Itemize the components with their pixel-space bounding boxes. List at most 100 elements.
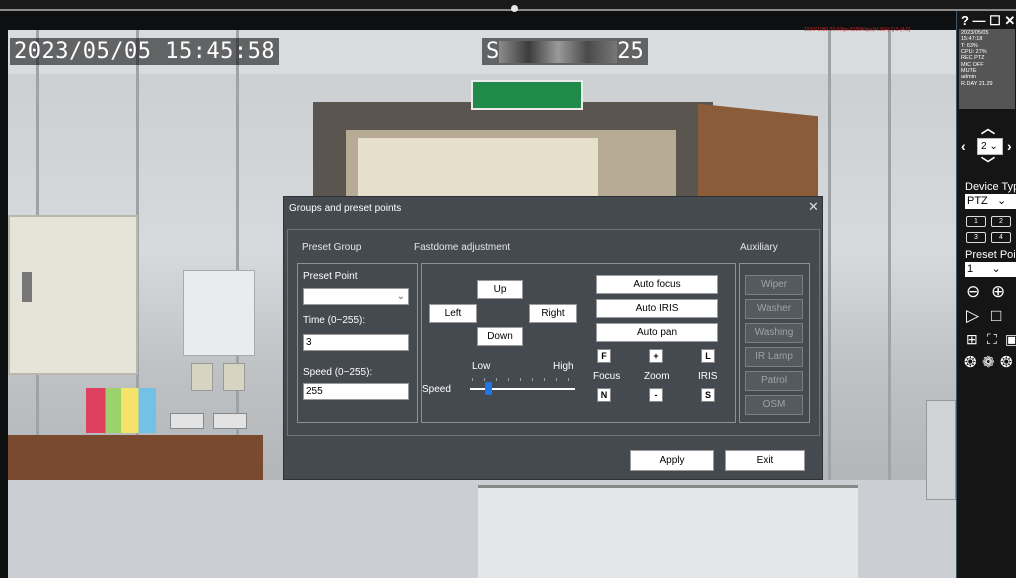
auto-focus-button[interactable]: Auto focus	[596, 275, 718, 294]
dialog-main-panel: Preset Group Fastdome adjustment Auxilia…	[287, 229, 820, 436]
chevron-down-icon: ⌄	[396, 291, 405, 302]
zoom-in-icon[interactable]: ⊕	[991, 283, 1005, 300]
iris-large-button[interactable]: L	[701, 349, 715, 363]
power-outlet	[213, 413, 247, 429]
zoom-out-button[interactable]: -	[649, 388, 663, 402]
speed-ticks	[472, 378, 572, 381]
preset-group-heading: Preset Group	[302, 242, 362, 253]
device-type-label: Device Type	[965, 181, 1016, 193]
speed-low-label: Low	[472, 361, 491, 372]
dialog-title: Groups and preset points	[289, 203, 402, 214]
zoom-out-icon[interactable]: ⊖	[966, 283, 980, 300]
iris-label: IRIS	[698, 371, 718, 382]
speed-input[interactable]: 255	[303, 383, 409, 400]
exit-sign	[471, 80, 583, 110]
channel-value: 2	[981, 141, 987, 152]
auto-pan-button[interactable]: Auto pan	[596, 323, 718, 342]
channel-button-4[interactable]: 4	[991, 232, 1011, 243]
auxiliary-heading: Auxiliary	[740, 242, 778, 253]
zoom-label: Zoom	[644, 371, 670, 382]
close-icon[interactable]: ✕	[808, 200, 819, 214]
fastdome-box: Up Left Right Down Low High Speed Auto f…	[421, 263, 736, 423]
power-outlet	[170, 413, 204, 429]
zoom-in-button[interactable]: +	[649, 349, 663, 363]
light-switch	[223, 363, 245, 391]
iris-icon[interactable]: ❂	[964, 354, 977, 371]
preset-point-label: Preset Point	[303, 271, 358, 282]
preset-point-value: 1	[967, 263, 974, 275]
preset-dialog: Groups and preset points ✕ Preset Group …	[283, 196, 823, 480]
play-icon[interactable]: ▷	[966, 307, 979, 324]
auxiliary-box: Wiper Washer Washing IR Lamp Patrol OSM	[739, 263, 810, 423]
wooden-counter	[8, 435, 263, 480]
pad-right-icon[interactable]: ›	[1007, 139, 1012, 153]
wall-panel-line	[828, 30, 831, 500]
wall-cabinet	[8, 215, 138, 375]
info-line: R.DAY 21.29	[961, 80, 993, 87]
channel-button-3[interactable]: 3	[966, 232, 986, 243]
osd-camera-label: S 25	[482, 38, 648, 65]
exit-button[interactable]: Exit	[725, 450, 805, 471]
right-button[interactable]: Right	[529, 304, 577, 323]
fan-icon[interactable]: ❁	[982, 354, 995, 371]
app-root: 2023/05/05 15:45:58 S 25 1920*1080 29.97f…	[0, 0, 1016, 578]
patrol-button[interactable]: Patrol	[745, 371, 803, 391]
osd-label-start: S	[486, 39, 500, 64]
light-switch	[191, 363, 213, 391]
osm-button[interactable]: OSM	[745, 395, 803, 415]
fit-icon[interactable]: ⊞	[966, 331, 978, 348]
apply-button[interactable]: Apply	[630, 450, 714, 471]
device-type-select[interactable]: PTZ ⌄	[965, 194, 1016, 209]
focus-near-button[interactable]: F	[597, 349, 611, 363]
auto-iris-button[interactable]: Auto IRIS	[596, 299, 718, 318]
ptz-direction-pad: ︿ ‹ › ﹀ 2 ⌄	[961, 121, 1015, 173]
time-input[interactable]: 3	[303, 334, 409, 351]
preset-point-label: Preset Point	[965, 249, 1016, 261]
control-sidebar: ? — ☐ ✕ 2023/05/05 15:47:18 T: 63% CPU: …	[956, 11, 1016, 578]
time-label: Time (0~255):	[303, 315, 366, 326]
pad-left-icon[interactable]: ‹	[961, 139, 966, 153]
fullscreen-icon[interactable]: ⛶	[987, 331, 997, 348]
preset-point-select[interactable]: ⌄	[303, 288, 409, 305]
channel-button-1[interactable]: 1	[966, 216, 986, 227]
focus-far-button[interactable]: N	[597, 388, 611, 402]
preset-point-select[interactable]: 1 ⌄	[965, 262, 1016, 277]
speed-high-label: High	[553, 361, 574, 372]
stop-icon[interactable]: □	[991, 307, 1001, 324]
preset-group-box: Preset Point ⌄ Time (0~255): 3 Speed (0~…	[297, 263, 418, 423]
window-controls[interactable]: ? — ☐ ✕	[961, 13, 1015, 29]
ir-lamp-button[interactable]: IR Lamp	[745, 347, 803, 367]
focus-icon[interactable]: ❂	[1000, 354, 1013, 371]
speed-slider-thumb[interactable]	[485, 382, 493, 395]
device-type-value: PTZ	[967, 195, 988, 207]
washing-button[interactable]: Washing	[745, 323, 803, 343]
wiper-button[interactable]: Wiper	[745, 275, 803, 295]
title-bar	[0, 0, 1016, 11]
auto-icon[interactable]: ▣	[1005, 331, 1016, 348]
washer-button[interactable]: Washer	[745, 299, 803, 319]
wall-device	[926, 400, 956, 500]
pad-up-icon[interactable]: ︿	[981, 121, 995, 135]
focus-label: Focus	[593, 371, 621, 382]
iris-small-button[interactable]: S	[701, 388, 715, 402]
pad-down-icon[interactable]: ﹀	[981, 157, 995, 171]
window-handle[interactable]	[511, 5, 518, 12]
osd-datetime: 2023/05/05 15:45:58	[10, 38, 280, 65]
notice-board	[183, 270, 255, 356]
wall-panel-line	[236, 30, 239, 500]
speed-label: Speed (0~255):	[303, 367, 373, 378]
cubicle-partition	[478, 485, 858, 578]
channel-select[interactable]: 2 ⌄	[977, 138, 1003, 155]
down-button[interactable]: Down	[477, 327, 523, 346]
left-button[interactable]: Left	[429, 304, 477, 323]
status-info-box: 2023/05/05 15:47:18 T: 63% CPU: 27% REC …	[959, 29, 1015, 109]
fastdome-heading: Fastdome adjustment	[414, 242, 511, 253]
speed-slider-label: Speed	[422, 384, 451, 395]
colored-poster	[86, 388, 156, 433]
osd-label-blurred	[499, 41, 618, 63]
stream-info: 1920*1080 29.97fps 5250Kbps(H.264) Q:5 (…	[804, 27, 911, 33]
wall-panel-line	[888, 30, 891, 500]
up-button[interactable]: Up	[477, 280, 523, 299]
osd-label-end: 25	[617, 39, 644, 64]
channel-button-2[interactable]: 2	[991, 216, 1011, 227]
